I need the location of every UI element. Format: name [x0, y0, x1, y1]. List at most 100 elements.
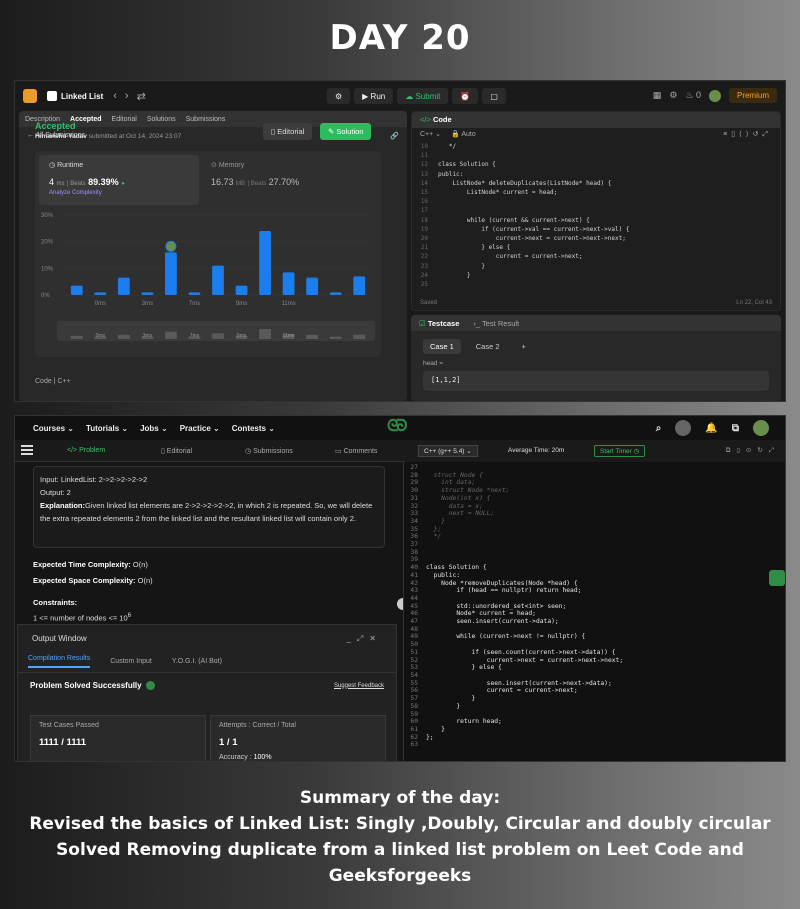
code-line[interactable]: 42 Node *removeDuplicates(Node *head) { — [404, 580, 785, 588]
debug-button[interactable]: ⚙ — [327, 88, 351, 104]
code-line[interactable]: 21 } else { — [416, 243, 780, 252]
code-line[interactable]: 25 — [416, 280, 780, 289]
code-line[interactable]: 19 if (current->val == current->next->va… — [416, 225, 780, 234]
nav-tutorials[interactable]: Tutorials ⌄ — [86, 424, 128, 433]
submitter-name[interactable]: Himanshu Yadav — [35, 133, 87, 140]
code-line[interactable]: 43 if (head == nullptr) return head; — [404, 587, 785, 595]
code-line[interactable]: 56 current = current->next; — [404, 687, 785, 695]
code-line[interactable]: 50 — [404, 641, 785, 649]
gfg-language-select[interactable]: C++ (g++ 5.4) ⌄ — [418, 445, 478, 457]
code-line[interactable]: 41 public: — [404, 572, 785, 580]
code-line[interactable]: 20 current->next = current->next->next; — [416, 234, 780, 243]
avatar[interactable] — [753, 420, 769, 436]
tab-submissions[interactable]: Submissions — [186, 116, 226, 123]
code-line[interactable]: 16 — [416, 197, 780, 206]
code-line[interactable]: 17 — [416, 206, 780, 215]
code-line[interactable]: 24 } — [416, 271, 780, 280]
theme-toggle-icon[interactable] — [675, 420, 692, 436]
code-line[interactable]: 45 std::unordered_set<int> seen; — [404, 603, 785, 611]
code-line[interactable]: 15 ListNode* current = head; — [416, 188, 780, 197]
start-timer-button[interactable]: Start Timer ◷ — [594, 445, 646, 457]
code-line[interactable]: 46 Node* current = head; — [404, 610, 785, 618]
code-line[interactable]: 13 public: — [416, 170, 780, 179]
code-line[interactable]: 57 } — [404, 695, 785, 703]
window-controls-icon[interactable]: _⤢✕ — [346, 634, 382, 643]
code-line[interactable]: 36 */ — [404, 533, 785, 541]
share-icon[interactable]: 🔗 — [390, 132, 399, 140]
bell-icon[interactable]: 🔔 — [705, 423, 717, 434]
editor-icons[interactable]: ≡▯⟨⟩↺⤢ — [723, 130, 772, 140]
code-line[interactable]: 12 class Solution { — [416, 160, 780, 169]
code-line[interactable]: 39 — [404, 556, 785, 564]
code-line[interactable]: 23 } — [416, 262, 780, 271]
code-line[interactable]: 10 */ — [416, 142, 780, 151]
code-line[interactable]: 38 — [404, 549, 785, 557]
case-2-tab[interactable]: Case 2 — [469, 339, 507, 354]
notes-icon[interactable]: ▢ — [482, 88, 506, 104]
code-line[interactable]: 55 seen.insert(current->next->data); — [404, 680, 785, 688]
tab-submissions[interactable]: ◷ Submissions — [245, 447, 293, 455]
submit-button[interactable]: ☁ Submit — [397, 88, 449, 104]
gfg-code-area[interactable]: 27 28 struct Node {29 int data; 30 struct … — [404, 462, 785, 749]
translate-icon[interactable]: ⧉ — [732, 423, 739, 434]
tab-editorial[interactable]: ▯ Editorial — [161, 447, 192, 455]
nav-contests[interactable]: Contests ⌄ — [232, 424, 275, 433]
code-line[interactable]: 52 current->next = current->next->next; — [404, 657, 785, 665]
tab-yogi[interactable]: Y.O.G.I. (AI Bot) — [172, 658, 222, 665]
editorial-button[interactable]: ▯ Editorial — [263, 123, 313, 140]
layout-icon[interactable]: ▦ — [653, 90, 662, 101]
gfg-logo-icon[interactable]: ᘓᘐ — [387, 418, 407, 436]
code-line[interactable]: 34 } — [404, 518, 785, 526]
code-line[interactable]: 49 while (current->next != nullptr) { — [404, 633, 785, 641]
add-case-button[interactable]: + — [515, 339, 533, 354]
tab-editorial[interactable]: Editorial — [112, 116, 137, 123]
code-line[interactable]: 53 } else { — [404, 664, 785, 672]
code-line[interactable]: 44 — [404, 595, 785, 603]
code-line[interactable]: 48 — [404, 626, 785, 634]
code-line[interactable]: 31 Node(int x) { — [404, 495, 785, 503]
premium-button[interactable]: Premium — [728, 88, 777, 103]
run-button[interactable]: ▶ Run — [354, 88, 394, 104]
code-line[interactable]: 40 class Solution { — [404, 564, 785, 572]
streak-icon[interactable]: ♨ 0 — [685, 90, 701, 101]
code-line[interactable]: 37 — [404, 541, 785, 549]
tab-comments[interactable]: ▭ Comments — [335, 447, 377, 455]
chat-icon[interactable] — [769, 570, 785, 586]
code-area[interactable]: 10 */11 12 class Solution {13 public: 14 Lis… — [412, 142, 780, 289]
code-line[interactable]: 51 if (seen.count(current->next->data)) … — [404, 649, 785, 657]
code-line[interactable]: 18 while (current && current->next) { — [416, 216, 780, 225]
code-line[interactable]: 47 seen.insert(current->data); — [404, 618, 785, 626]
language-select[interactable]: C++ ⌄ — [420, 130, 441, 140]
code-line[interactable]: 30 struct Node *next; — [404, 487, 785, 495]
code-line[interactable]: 54 — [404, 672, 785, 680]
leetcode-logo-icon[interactable] — [23, 89, 37, 103]
avatar[interactable] — [708, 89, 721, 102]
analyze-complexity-link[interactable]: Analyze Complexity — [49, 190, 189, 196]
problem-list-title[interactable]: Linked List — [61, 92, 103, 101]
case-1-tab[interactable]: Case 1 — [423, 339, 461, 354]
editor-action-icons[interactable]: ⧉▯⊙↻⤢ — [726, 446, 780, 455]
prev-arrow-icon[interactable]: ‹ — [113, 90, 117, 102]
auto-mode[interactable]: 🔒 Auto — [451, 130, 476, 140]
solution-button[interactable]: ✎ Solution — [320, 123, 372, 140]
alarm-icon[interactable]: ⏰ — [452, 88, 479, 104]
code-line[interactable]: 29 int data; — [404, 479, 785, 487]
tab-solutions[interactable]: Solutions — [147, 116, 176, 123]
code-line[interactable]: 63 — [404, 741, 785, 749]
suggest-feedback-link[interactable]: Suggest Feedback — [334, 683, 384, 689]
search-icon[interactable]: ⌕ — [656, 423, 662, 434]
nav-courses[interactable]: Courses ⌄ — [33, 424, 74, 433]
memory-card[interactable]: ⊙ Memory 16.73 MB | Beats 27.70% — [211, 161, 299, 187]
code-line[interactable]: 62}; — [404, 734, 785, 742]
code-line[interactable]: 33 next = NULL; — [404, 510, 785, 518]
code-line[interactable]: 27 — [404, 464, 785, 472]
code-line[interactable]: 22 current = current->next; — [416, 252, 780, 261]
nav-practice[interactable]: Practice ⌄ — [180, 424, 220, 433]
shuffle-icon[interactable]: ⇄ — [137, 90, 146, 103]
next-arrow-icon[interactable]: › — [125, 90, 129, 102]
code-line[interactable]: 61 } — [404, 726, 785, 734]
runtime-card[interactable]: ◷ Runtime 4 ms | Beats 89.39% ● Analyze … — [39, 155, 199, 205]
code-line[interactable]: 58 } — [404, 703, 785, 711]
tab-custom-input[interactable]: Custom Input — [110, 658, 152, 665]
code-line[interactable]: 11 — [416, 151, 780, 160]
